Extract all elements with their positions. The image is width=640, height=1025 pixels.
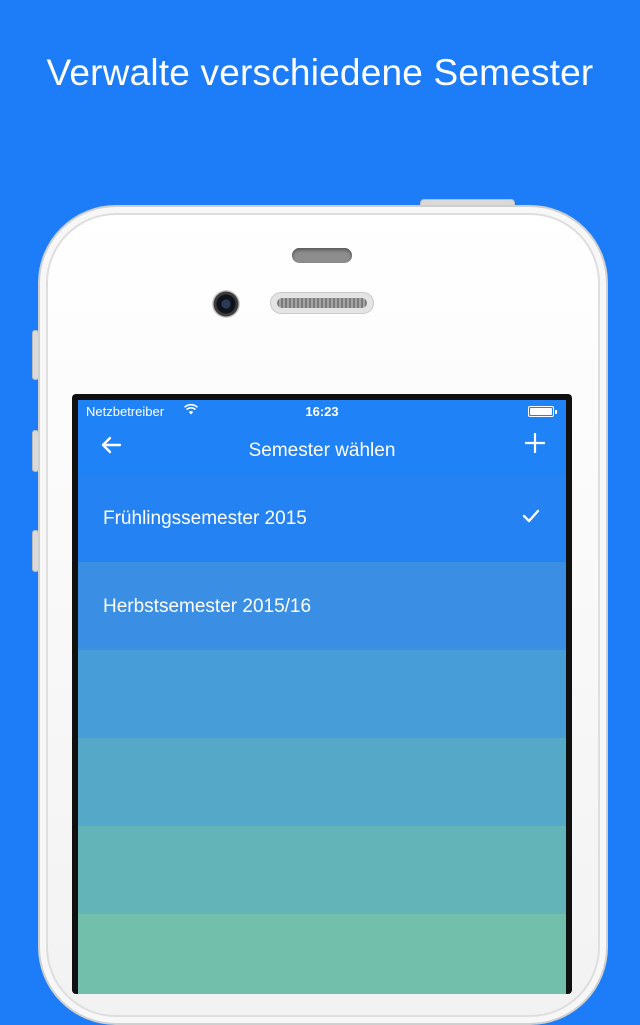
- navigation-bar: Semester wählen: [78, 422, 566, 474]
- nav-title: Semester wählen: [248, 440, 396, 461]
- sensor-bar: [292, 248, 352, 263]
- promo-title: Verwalte verschiedene Semester: [46, 52, 594, 93]
- semester-row[interactable]: Herbstsemester 2015/16: [78, 562, 566, 650]
- add-semester-icon[interactable]: [524, 426, 546, 460]
- semester-label: Frühlingssemester 2015: [103, 508, 307, 529]
- earpiece-speaker: [270, 292, 374, 314]
- status-time: 16:23: [305, 404, 339, 419]
- semester-row[interactable]: [78, 738, 566, 826]
- semester-row[interactable]: [78, 826, 566, 914]
- checkmark-icon: [522, 506, 540, 529]
- semester-list: Frühlingssemester 2015 Herbstsemester 20…: [78, 474, 566, 994]
- semester-row[interactable]: Frühlingssemester 2015: [78, 474, 566, 562]
- status-bar: Netzbetreiber 16:23: [78, 400, 566, 422]
- phone-screen: Netzbetreiber 16:23 Semester wählen Früh…: [72, 394, 572, 994]
- semester-label: Herbstsemester 2015/16: [103, 596, 312, 617]
- app-display: Netzbetreiber 16:23 Semester wählen Früh…: [78, 400, 566, 994]
- semester-row[interactable]: [78, 914, 566, 994]
- front-camera: [212, 290, 240, 318]
- battery-icon: [528, 406, 557, 417]
- semester-row[interactable]: [78, 650, 566, 738]
